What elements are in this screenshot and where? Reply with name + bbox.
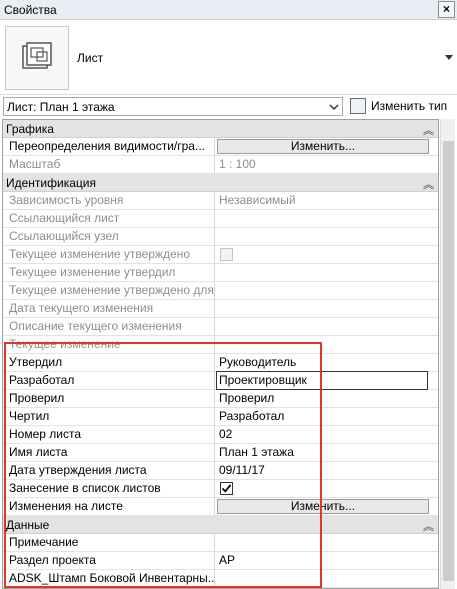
edit-type-label: Изменить тип <box>371 99 448 113</box>
property-value <box>216 282 438 299</box>
property-name: Дата текущего изменения <box>3 300 215 317</box>
property-name: Проверил <box>3 390 215 407</box>
edit-type-button[interactable]: Изменить тип <box>350 97 454 116</box>
property-name: Зависимость уровня <box>3 192 215 209</box>
property-value <box>216 336 438 353</box>
property-name: Масштаб <box>3 156 215 173</box>
sheet-icon <box>22 42 52 69</box>
instance-filter-value: Лист: План 1 этажа <box>7 100 115 114</box>
palette-title: Свойства <box>4 3 57 17</box>
collapse-icon[interactable]: ︽ <box>423 518 434 534</box>
property-row[interactable]: Утвердил Руководитель <box>3 354 438 372</box>
type-selector[interactable]: Лист <box>0 21 457 95</box>
property-value <box>216 210 438 227</box>
property-name: Изменения на листе <box>3 498 215 515</box>
property-row: Переопределения видимости/гра... Изменит… <box>3 138 438 156</box>
property-value[interactable] <box>216 534 438 551</box>
property-value[interactable]: 09/11/17 <box>216 462 438 479</box>
property-row[interactable]: Изменения на листе Изменить... <box>3 498 438 516</box>
property-name: Описание текущего изменения <box>3 318 215 335</box>
property-value[interactable]: Руководитель <box>216 354 438 371</box>
property-value[interactable]: АР <box>216 552 438 569</box>
edit-button[interactable]: Изменить... <box>217 139 429 154</box>
palette-title-bar: Свойства × <box>0 0 457 20</box>
type-name: Лист <box>77 51 104 65</box>
property-row: Дата текущего изменения <box>3 300 438 318</box>
property-row[interactable]: ADSK_Штамп Боковой Инвентарны... <box>3 570 438 588</box>
property-row: Текущее изменение утверждено для <box>3 282 438 300</box>
property-value[interactable]: 02 <box>216 426 438 443</box>
property-name: ADSK_Штамп Боковой Инвентарны... <box>3 570 215 587</box>
property-row: Ссылающийся лист <box>3 210 438 228</box>
property-value[interactable]: Разработал <box>216 408 438 425</box>
property-value[interactable]: План 1 этажа <box>216 444 438 461</box>
checkmark-icon <box>221 484 232 493</box>
sheet-list-checkbox[interactable] <box>220 482 233 495</box>
property-name: Номер листа <box>3 426 215 443</box>
group-label: Идентификация <box>6 176 96 190</box>
property-name: Переопределения видимости/гра... <box>3 138 215 155</box>
property-name: Ссылающийся лист <box>3 210 215 227</box>
property-name: Дата утверждения листа <box>3 462 215 479</box>
property-name: Чертил <box>3 408 215 425</box>
sheet-type-thumbnail <box>5 26 69 90</box>
property-value <box>216 300 438 317</box>
property-name: Примечание <box>3 534 215 551</box>
instance-filter-combo[interactable]: Лист: План 1 этажа <box>3 97 343 116</box>
property-name: Текущее изменение утверждено для <box>3 282 215 299</box>
approved-checkbox <box>220 248 233 261</box>
property-name: Ссылающийся узел <box>3 228 215 245</box>
edit-revisions-button[interactable]: Изменить... <box>217 499 429 514</box>
property-value <box>216 264 438 281</box>
property-name: Текущее изменение <box>3 336 215 353</box>
group-header-identity[interactable]: Идентификация ︽ <box>3 174 438 192</box>
property-row[interactable]: Чертил Разработал <box>3 408 438 426</box>
property-name: Раздел проекта <box>3 552 215 569</box>
property-value <box>216 318 438 335</box>
property-value[interactable] <box>216 570 438 587</box>
property-row: Текущее изменение <box>3 336 438 354</box>
property-row[interactable]: Дата утверждения листа 09/11/17 <box>3 462 438 480</box>
property-name: Текущее изменение утверждено <box>3 246 215 263</box>
property-value <box>216 228 438 245</box>
property-row[interactable]: Разработал Проектировщик <box>3 371 438 390</box>
scrollbar-thumb[interactable] <box>443 141 454 581</box>
chevron-down-icon[interactable] <box>328 101 340 113</box>
group-label: Данные <box>6 518 50 532</box>
property-row[interactable]: Примечание <box>3 534 438 552</box>
property-row: Текущее изменение утверждено <box>3 246 438 264</box>
property-row: Ссылающийся узел <box>3 228 438 246</box>
property-name: Утвердил <box>3 354 215 371</box>
vertical-scrollbar[interactable] <box>440 119 455 589</box>
property-row: Описание текущего изменения <box>3 318 438 336</box>
property-row[interactable]: Раздел проекта АР <box>3 552 438 570</box>
property-name: Разработал <box>3 372 215 389</box>
property-edit-field[interactable]: Проектировщик <box>216 371 428 390</box>
group-header-data[interactable]: Данные ︽ <box>3 516 438 534</box>
collapse-icon[interactable]: ︽ <box>423 122 434 138</box>
property-name: Текущее изменение утвердил <box>3 264 215 281</box>
property-name: Занесение в список листов <box>3 480 215 497</box>
property-name: Имя листа <box>3 444 215 461</box>
property-row[interactable]: Имя листа План 1 этажа <box>3 444 438 462</box>
property-row: Текущее изменение утвердил <box>3 264 438 282</box>
property-row: Масштаб 1 : 100 <box>3 156 438 174</box>
property-value: Независимый <box>219 193 296 207</box>
close-icon[interactable]: × <box>438 1 455 18</box>
property-row[interactable]: Номер листа 02 <box>3 426 438 444</box>
edit-type-icon <box>350 98 366 114</box>
instance-selector-row: Лист: План 1 этажа Изменить тип <box>0 96 457 118</box>
group-header-graphics[interactable]: Графика ︽ <box>3 120 438 138</box>
property-row[interactable]: Проверил Проверил <box>3 390 438 408</box>
properties-grid: Графика ︽ Переопределения видимости/гра.… <box>2 119 439 589</box>
group-label: Графика <box>6 122 54 136</box>
property-row[interactable]: Занесение в список листов <box>3 480 438 498</box>
property-value[interactable]: Проверил <box>216 390 438 407</box>
collapse-icon[interactable]: ︽ <box>423 176 434 192</box>
property-value: 1 : 100 <box>219 157 256 171</box>
type-dropdown-arrow-icon[interactable] <box>445 55 453 60</box>
property-row: Зависимость уровня Независимый <box>3 192 438 210</box>
